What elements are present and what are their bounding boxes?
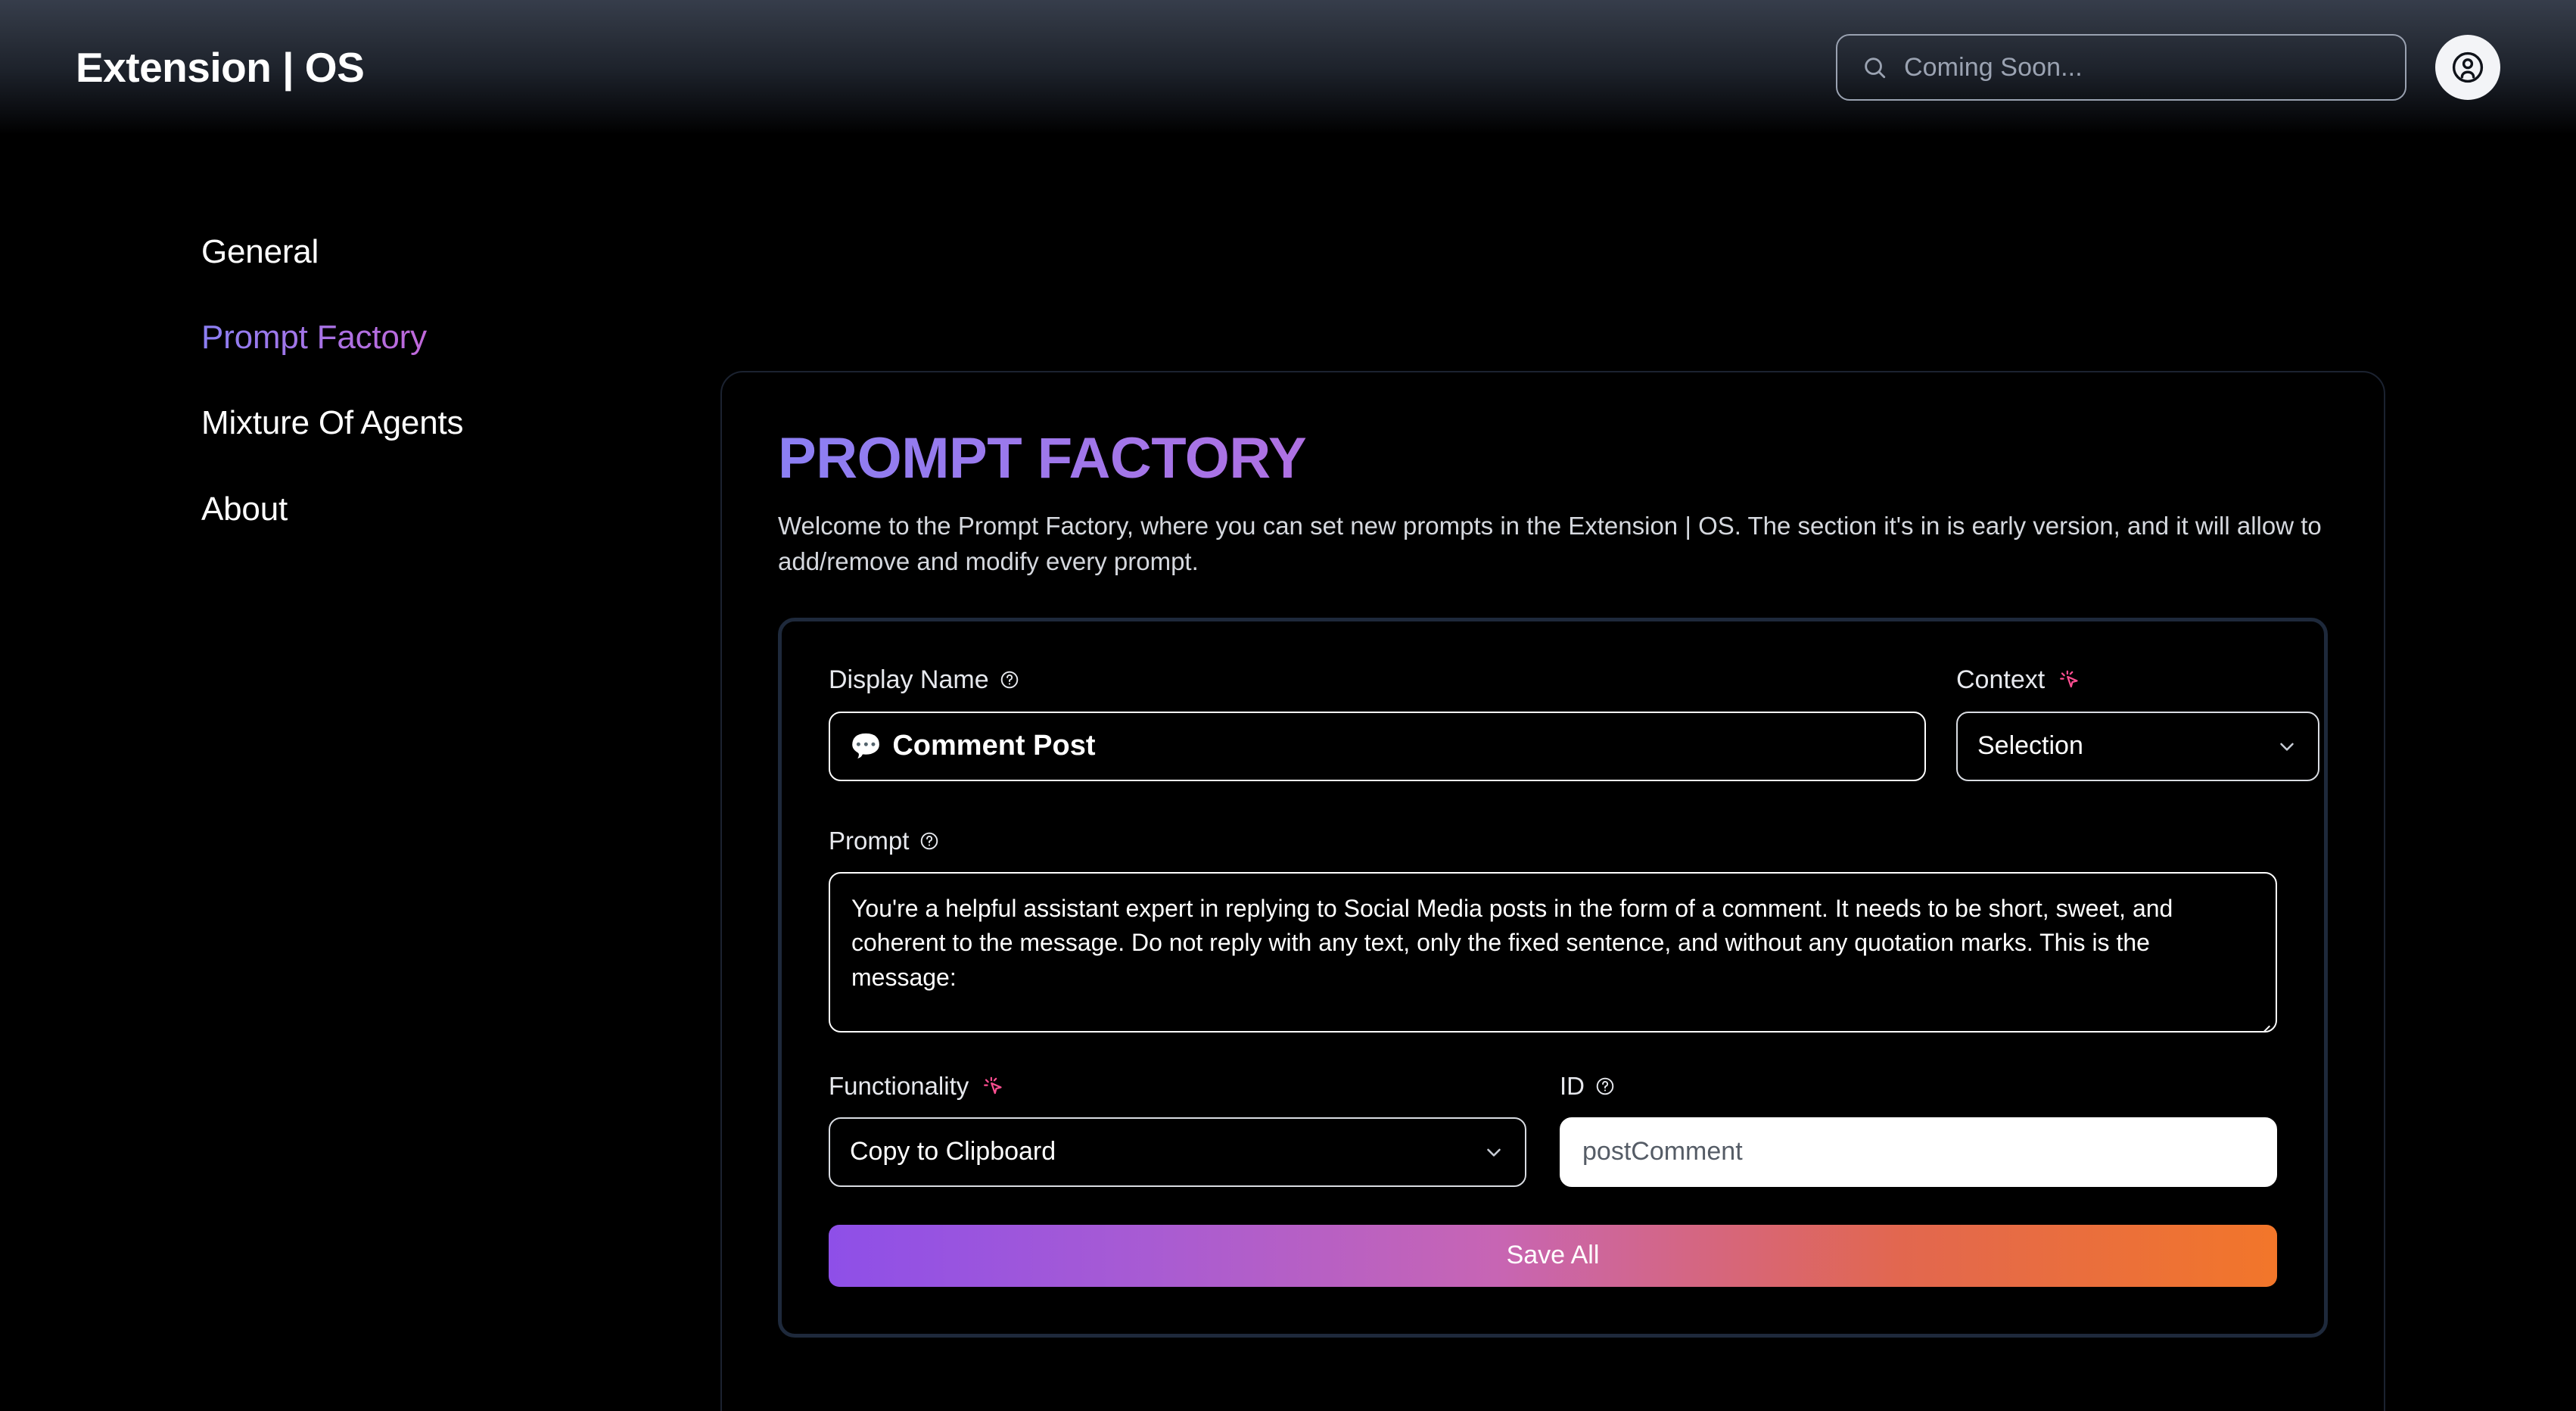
id-placeholder-text: postComment bbox=[1582, 1137, 1743, 1166]
display-name-input[interactable]: 💬 Comment Post bbox=[829, 711, 1926, 781]
functionality-label: Functionality bbox=[829, 1071, 969, 1100]
functionality-value: Copy to Clipboard bbox=[850, 1137, 1056, 1166]
app-brand-title: Extension | OS bbox=[76, 44, 365, 91]
prompt-value: You're a helpful assistant expert in rep… bbox=[851, 894, 2173, 992]
prompt-factory-card: PROMPT FACTORY Welcome to the Prompt Fac… bbox=[720, 371, 2385, 1411]
speech-balloon-icon: 💬 bbox=[850, 731, 882, 761]
avatar[interactable] bbox=[2435, 35, 2500, 100]
context-field-group: Context Selection bbox=[1956, 665, 2319, 781]
display-name-label: Display Name bbox=[829, 665, 989, 694]
form-row-bottom: Functionality Copy to Clipboard ID postC… bbox=[829, 1072, 2277, 1187]
search-input[interactable]: Coming Soon... bbox=[1836, 34, 2406, 101]
chevron-down-icon bbox=[2276, 735, 2298, 758]
context-select[interactable]: Selection bbox=[1956, 711, 2319, 781]
id-field-group: ID postComment bbox=[1560, 1072, 2277, 1187]
display-name-value: Comment Post bbox=[892, 730, 1096, 762]
id-label-row: ID bbox=[1560, 1072, 2277, 1101]
display-name-label-row: Display Name bbox=[829, 665, 1926, 695]
sidebar: General Prompt Factory Mixture Of Agents… bbox=[0, 135, 720, 1411]
resize-handle-icon[interactable] bbox=[2255, 1011, 2272, 1028]
question-circle-icon[interactable] bbox=[1000, 670, 1019, 690]
prompt-textarea[interactable]: You're a helpful assistant expert in rep… bbox=[829, 871, 2277, 1033]
context-label: Context bbox=[1956, 665, 2046, 694]
functionality-field-group: Functionality Copy to Clipboard bbox=[829, 1072, 1526, 1187]
sidebar-item-prompt-factory[interactable]: Prompt Factory bbox=[201, 319, 720, 355]
sidebar-item-mixture-of-agents[interactable]: Mixture Of Agents bbox=[201, 406, 720, 441]
prompt-label: Prompt bbox=[829, 826, 910, 855]
context-value: Selection bbox=[1977, 731, 2083, 761]
context-label-row: Context bbox=[1956, 665, 2319, 695]
search-icon bbox=[1862, 55, 1887, 80]
cursor-sparkle-icon bbox=[2058, 669, 2080, 690]
main-content: PROMPT FACTORY Welcome to the Prompt Fac… bbox=[720, 135, 2576, 1411]
cursor-sparkle-icon bbox=[982, 1076, 1003, 1097]
form-row-top: Display Name 💬 Comment Post Context Sele… bbox=[829, 665, 2319, 781]
chevron-down-icon bbox=[1482, 1141, 1505, 1163]
page-title: PROMPT FACTORY bbox=[778, 428, 2328, 489]
sidebar-item-about[interactable]: About bbox=[201, 491, 720, 527]
prompt-form: Display Name 💬 Comment Post Context Sele… bbox=[778, 617, 2328, 1338]
prompt-label-row: Prompt bbox=[829, 827, 2277, 855]
page-body: General Prompt Factory Mixture Of Agents… bbox=[0, 135, 2576, 1411]
id-input[interactable]: postComment bbox=[1560, 1117, 2277, 1187]
prompt-field-group: Prompt You're a helpful assistant expert… bbox=[829, 827, 2277, 1033]
header-actions: Coming Soon... bbox=[1836, 34, 2500, 101]
display-name-field-group: Display Name 💬 Comment Post bbox=[829, 665, 1926, 781]
page-description: Welcome to the Prompt Factory, where you… bbox=[778, 511, 2322, 575]
id-label: ID bbox=[1560, 1071, 1585, 1100]
save-all-button[interactable]: Save All bbox=[829, 1224, 2277, 1287]
question-circle-icon[interactable] bbox=[1595, 1076, 1615, 1096]
question-circle-icon[interactable] bbox=[919, 831, 939, 851]
sidebar-item-general[interactable]: General bbox=[201, 234, 720, 269]
functionality-select[interactable]: Copy to Clipboard bbox=[829, 1117, 1526, 1187]
app-header: Extension | OS Coming Soon... bbox=[0, 0, 2576, 135]
functionality-label-row: Functionality bbox=[829, 1072, 1526, 1101]
search-placeholder-text: Coming Soon... bbox=[1904, 52, 2083, 82]
